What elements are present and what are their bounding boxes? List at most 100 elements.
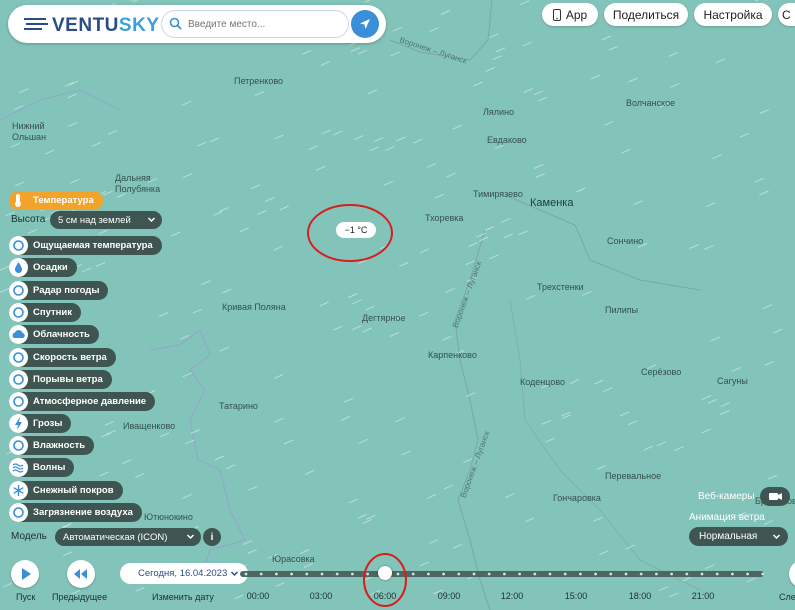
timeline-tick	[411, 572, 415, 576]
layer-button[interactable]: Температура	[9, 191, 103, 210]
place-label: Нижний Ольшан	[12, 121, 47, 142]
layer-label: Осадки	[33, 262, 68, 273]
logo[interactable]: VENTUSKY	[18, 5, 160, 43]
timeline-tick	[305, 572, 309, 576]
layer-button[interactable]: Атмосферное давление	[9, 392, 156, 411]
hour-label[interactable]: 18:00	[629, 591, 652, 601]
layer-label: Скорость ветра	[33, 352, 107, 363]
timeline-ticks	[244, 572, 764, 576]
pollution-icon	[9, 503, 28, 522]
play-caption: Пуск	[16, 592, 36, 602]
more-button-label: С	[782, 7, 791, 22]
layer-button[interactable]: Снежный покров	[9, 481, 123, 500]
webcams-button[interactable]	[760, 487, 790, 506]
layer-button[interactable]: Ощущаемая температура	[9, 236, 162, 255]
height-label: Высота	[11, 214, 46, 225]
height-select[interactable]: 5 см над землей	[50, 211, 162, 229]
more-button[interactable]: С	[778, 3, 795, 26]
hour-label[interactable]: 12:00	[501, 591, 524, 601]
timeline-tick	[275, 572, 278, 576]
model-select[interactable]: Автоматическая (ICON)	[55, 528, 201, 546]
layer-label: Радар погоды	[33, 285, 100, 296]
wind-animation-select[interactable]: Нормальная	[689, 527, 788, 546]
layer-button[interactable]: Грозы	[9, 414, 72, 433]
logo-text-suffix: SKY	[118, 15, 160, 36]
lightning-icon	[9, 414, 28, 433]
timeline-tick	[563, 572, 567, 576]
timeline-tick	[715, 572, 719, 576]
timeline-tick	[594, 572, 597, 576]
place-label: Тимирязево	[473, 189, 523, 199]
cloud-icon	[9, 325, 28, 344]
place-label: Дегтярное	[362, 313, 406, 323]
info-icon: i	[210, 531, 214, 543]
place-label: Волчанское	[626, 98, 676, 108]
timeline-tick	[761, 572, 764, 576]
layer-button[interactable]: Загрязнение воздуха	[9, 503, 142, 522]
layer-button[interactable]: Облачность	[9, 325, 99, 344]
timeline-tick	[518, 572, 521, 576]
layer-label: Спутник	[33, 307, 72, 318]
place-label: Сончино	[607, 236, 644, 246]
hour-label[interactable]: 00:00	[247, 591, 270, 601]
place-label: Коденцово	[520, 377, 566, 387]
settings-button-label: Настройка	[703, 7, 763, 22]
settings-button[interactable]: Настройка	[694, 3, 772, 26]
satellite-icon	[9, 303, 28, 322]
search-icon	[169, 17, 182, 30]
layer-label: Волны	[33, 462, 66, 473]
layer-button[interactable]: Порывы ветра	[9, 370, 112, 389]
change-date-caption: Изменить дату	[152, 592, 214, 602]
search-box[interactable]	[161, 10, 349, 38]
hour-label[interactable]: 03:00	[310, 591, 333, 601]
previous-button[interactable]	[67, 560, 95, 588]
model-info-button[interactable]: i	[203, 528, 221, 546]
timeline-tick	[503, 572, 506, 576]
place-label: Юрасовка	[272, 554, 315, 564]
chevron-down-icon	[772, 534, 781, 540]
timeline-tick	[624, 572, 628, 576]
hour-label[interactable]: 09:00	[438, 591, 461, 601]
phone-icon	[552, 8, 561, 21]
app-button[interactable]: App	[542, 3, 598, 26]
share-button[interactable]: Поделиться	[604, 3, 688, 26]
layer-button[interactable]: Волны	[9, 458, 75, 477]
radar-icon	[9, 281, 28, 300]
date-select[interactable]: Сегодня, 16.04.2023	[120, 563, 248, 584]
hour-label[interactable]: 21:00	[692, 591, 715, 601]
pressure-icon	[9, 392, 28, 411]
place-label: Перевальное	[605, 471, 662, 481]
layer-button[interactable]: Скорость ветра	[9, 348, 116, 367]
header-bar: VENTUSKY	[8, 5, 386, 43]
layer-button[interactable]: Спутник	[9, 303, 81, 322]
timeline-tick	[731, 572, 734, 576]
place-label: Тхоревка	[425, 213, 464, 223]
place-label: Дальняя Полубянка	[115, 173, 161, 194]
next-caption: След	[779, 592, 795, 602]
previous-caption: Предыдущее	[52, 592, 108, 602]
place-label: Пилипы	[605, 305, 639, 315]
layer-label: Снежный покров	[33, 485, 114, 496]
locate-button[interactable]	[351, 10, 379, 38]
place-label: Гончаровка	[553, 493, 601, 503]
layer-label: Загрязнение воздуха	[33, 507, 133, 518]
place-label: Каменка	[530, 197, 574, 209]
hour-label[interactable]: 15:00	[565, 591, 588, 601]
play-button[interactable]	[11, 560, 39, 588]
layer-label: Порывы ветра	[33, 374, 103, 385]
layer-button[interactable]: Радар погоды	[9, 281, 109, 300]
hour-label[interactable]: 06:00	[374, 591, 397, 601]
gust-icon	[9, 370, 28, 389]
logo-text-prefix: VENTU	[52, 15, 119, 36]
layer-button[interactable]: Осадки	[9, 258, 77, 277]
place-label: Сагуны	[717, 376, 748, 386]
layer-button[interactable]: Влажность	[9, 436, 95, 455]
search-input[interactable]	[186, 15, 340, 34]
layer-label: Влажность	[33, 440, 86, 451]
place-label: Петренково	[234, 76, 284, 86]
layer-label: Температура	[33, 195, 94, 206]
timeline-tick	[548, 572, 552, 576]
date-value: Сегодня, 16.04.2023	[138, 568, 228, 579]
place-label: Серёзово	[641, 367, 682, 377]
place-label: Евдаково	[487, 135, 527, 145]
